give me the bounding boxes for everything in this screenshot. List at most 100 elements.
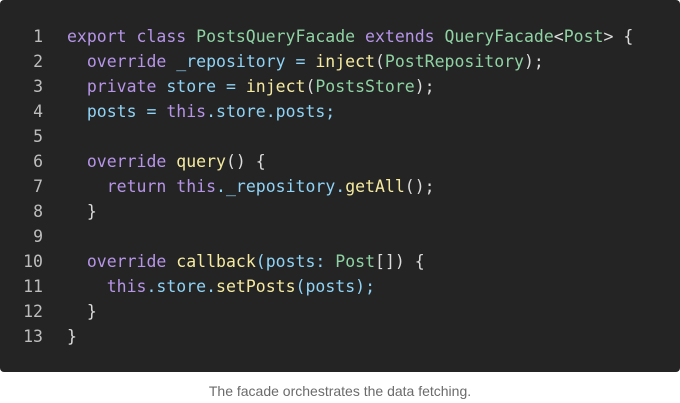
code-line: 3 private store = inject(PostsStore); (0, 74, 680, 99)
code-token: export class (67, 27, 197, 46)
code-token: ._repository. (216, 177, 346, 196)
code-token: override (86, 52, 167, 71)
code-token: QueryFacade (444, 27, 554, 46)
gutter-gap (43, 124, 67, 149)
code-text: return this._repository.getAll(); (67, 174, 435, 199)
code-token: getAll (345, 177, 405, 196)
code-token: } (67, 202, 97, 221)
code-token: return (106, 177, 167, 196)
gutter-gap (43, 299, 67, 324)
code-line: 6 override query() { (0, 149, 680, 174)
code-token: []) { (375, 252, 425, 271)
code-line: 5 (0, 124, 680, 149)
code-token: private (86, 77, 157, 96)
code-line: 11 this.store.setPosts(posts); (0, 274, 680, 299)
code-token: PostsQueryFacade (196, 27, 356, 46)
code-text: } (67, 199, 97, 224)
code-token: ( (374, 52, 385, 71)
code-text: } (67, 299, 97, 324)
figure: 1 export class PostsQueryFacade extends Q… (0, 0, 680, 403)
code-text: this.store.setPosts(posts); (67, 274, 375, 299)
gutter-gap (43, 199, 67, 224)
code-token: ( (305, 77, 316, 96)
gutter-gap (43, 24, 67, 49)
line-number: 13 (23, 327, 43, 346)
code-token: .store.posts; (206, 102, 336, 121)
gutter-gap (43, 274, 67, 299)
code-token: > { (603, 27, 634, 46)
code-line: 4 posts = this.store.posts; (0, 99, 680, 124)
code-token: Post (563, 27, 604, 46)
code-token: (); (404, 177, 435, 196)
code-token: override (86, 152, 167, 171)
line-number: 8 (33, 202, 43, 221)
code-text: override query() { (67, 149, 266, 174)
line-number: 2 (33, 52, 43, 71)
code-token: this (166, 102, 207, 121)
line-number: 4 (33, 102, 43, 121)
code-token: this (176, 177, 217, 196)
code-token: _repository = (166, 52, 316, 71)
line-number: 12 (23, 302, 43, 321)
code-line: 13} (0, 324, 680, 349)
code-text: } (67, 324, 77, 349)
line-number: 6 (33, 152, 43, 171)
code-token: Post (335, 252, 376, 271)
code-token: ); (524, 52, 544, 71)
code-line: 1 export class PostsQueryFacade extends Q… (0, 24, 680, 49)
code-text: override callback(posts: Post[]) { (67, 249, 425, 274)
code-token: ); (414, 77, 435, 96)
code-line: 10 override callback(posts: Post[]) { (0, 249, 680, 274)
code-token: PostsStore (315, 77, 415, 96)
gutter-gap (43, 249, 67, 274)
code-token: setPosts (216, 277, 296, 296)
line-number: 1 (33, 27, 43, 46)
gutter-gap (43, 174, 67, 199)
gutter-gap (43, 99, 67, 124)
code-text: override _repository = inject(PostReposi… (67, 49, 544, 74)
code-token: (posts: (255, 252, 336, 271)
code-line: 9 (0, 224, 680, 249)
code-token: inject (245, 77, 306, 96)
figure-caption: The facade orchestrates the data fetchin… (208, 383, 472, 399)
code-token: (posts); (295, 277, 376, 296)
line-number: 10 (23, 252, 43, 271)
code-text: export class PostsQueryFacade extends Qu… (67, 24, 633, 49)
code-token: } (67, 302, 97, 321)
code-token: query (176, 152, 226, 171)
code-token: posts = (67, 102, 167, 121)
gutter-gap (43, 224, 67, 249)
code-text: private store = inject(PostsStore); (67, 74, 435, 99)
code-token: override (86, 252, 167, 271)
line-number: 11 (23, 277, 43, 296)
line-number: 9 (33, 227, 43, 246)
code-line: 2 override _repository = inject(PostRepo… (0, 49, 680, 74)
code-token: this (106, 277, 147, 296)
code-line: 8 } (0, 199, 680, 224)
code-block: 1 export class PostsQueryFacade extends Q… (0, 0, 680, 372)
code-token: .store. (146, 277, 217, 296)
gutter-gap (43, 49, 67, 74)
code-token: < (553, 27, 564, 46)
code-token: PostRepository (384, 52, 524, 71)
code-token: extends (355, 27, 445, 46)
code-token: store = (156, 77, 246, 96)
code-token: () { (225, 152, 266, 171)
gutter-gap (43, 74, 67, 99)
line-number: 7 (33, 177, 43, 196)
gutter-gap (43, 149, 67, 174)
code-text: posts = this.store.posts; (67, 99, 335, 124)
gutter-gap (43, 324, 67, 349)
code-token: callback (176, 252, 256, 271)
line-number: 5 (33, 127, 43, 146)
code-line: 12 } (0, 299, 680, 324)
